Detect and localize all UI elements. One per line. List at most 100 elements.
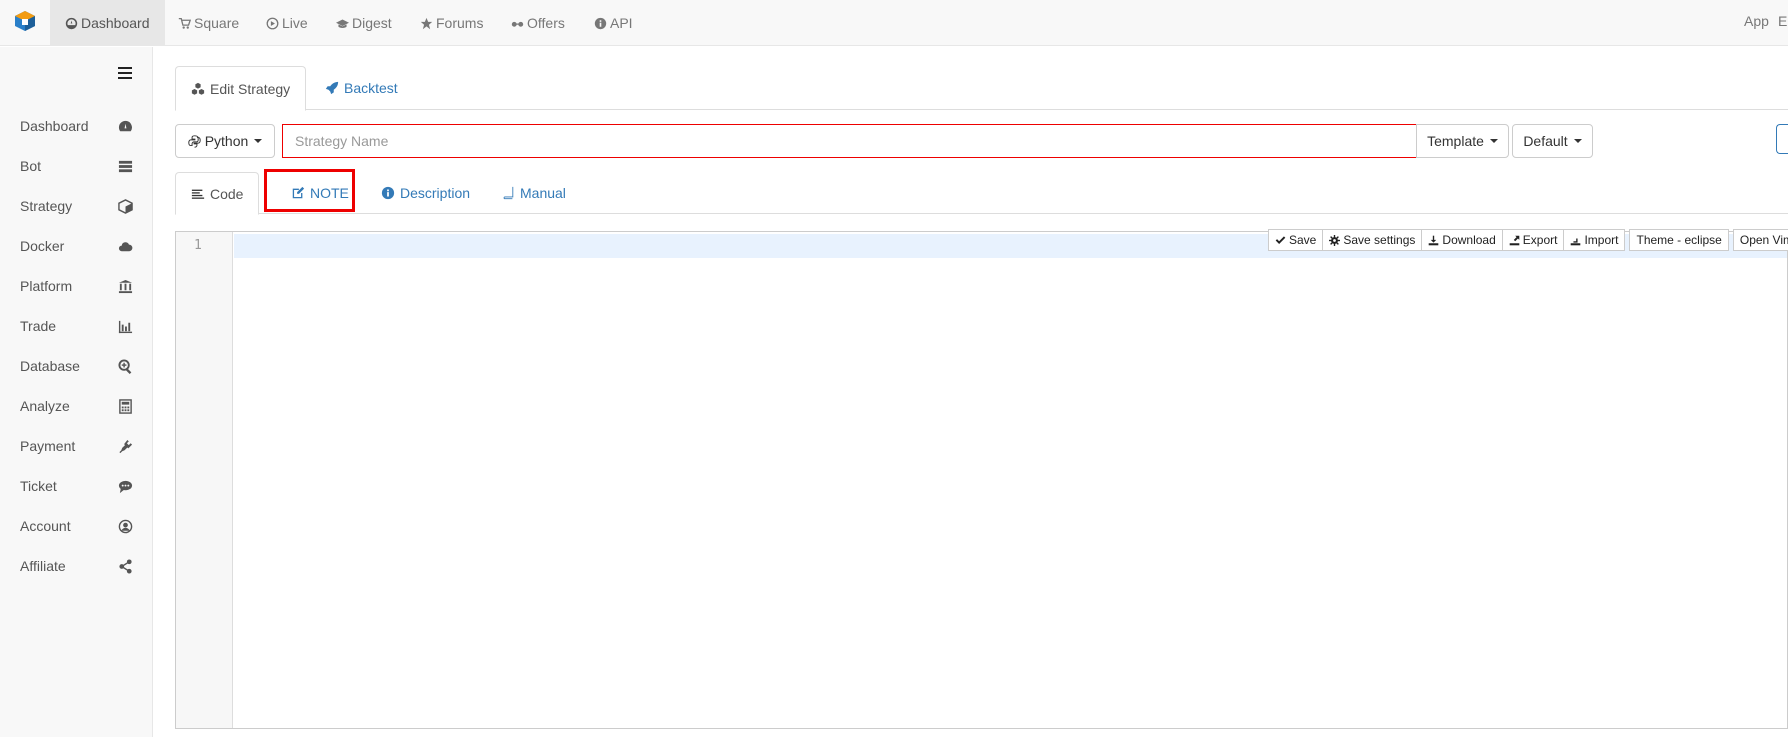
sidebar-item-label: Affiliate	[20, 558, 66, 574]
theme-button[interactable]: Theme - eclipse	[1629, 229, 1729, 251]
hamburger-menu-icon[interactable]	[118, 67, 132, 79]
nav-forums[interactable]: Forums	[420, 0, 483, 46]
nav-api-label: API	[610, 15, 633, 31]
sidebar-item-bot[interactable]: Bot	[0, 146, 152, 186]
edge-action-button[interactable]	[1776, 124, 1788, 154]
strategy-tabs: Edit Strategy Backtest	[175, 66, 1788, 111]
export-button[interactable]: Export	[1501, 229, 1565, 251]
tab-backtest[interactable]: Backtest	[310, 66, 413, 110]
template-dropdown[interactable]: Template	[1416, 124, 1509, 158]
template-label: Template	[1427, 133, 1484, 149]
sidebar-item-label: Ticket	[20, 478, 57, 494]
cart-icon	[178, 17, 191, 29]
info-circle-icon	[594, 17, 607, 29]
sidebar-item-ticket[interactable]: Ticket	[0, 466, 152, 506]
nav-forums-label: Forums	[436, 15, 484, 31]
tab-description[interactable]: Description	[366, 172, 485, 214]
export-label: Export	[1522, 233, 1558, 247]
code-editor[interactable]: 1	[175, 231, 1788, 729]
tab-edit-strategy[interactable]: Edit Strategy	[175, 66, 307, 111]
cubes-icon	[191, 82, 205, 95]
info-circle-icon	[381, 186, 395, 200]
sidebar-item-label: Trade	[20, 318, 57, 334]
line-number: 1	[194, 238, 202, 253]
nav-square[interactable]: Square	[178, 0, 239, 46]
logo-icon[interactable]	[14, 10, 36, 32]
nav-digest-label: Digest	[352, 15, 392, 31]
import-button[interactable]: Import	[1563, 229, 1626, 251]
language-label: Python	[204, 133, 249, 149]
tab-manual[interactable]: Manual	[486, 172, 581, 214]
download-label: Download	[1442, 233, 1496, 247]
sidebar-item-label: Bot	[20, 158, 42, 174]
sidebar-item-dashboard[interactable]: Dashboard	[0, 106, 152, 146]
sidebar-item-account[interactable]: Account	[0, 506, 152, 546]
cloud-icon	[118, 241, 133, 251]
save-button[interactable]: Save	[1268, 229, 1324, 251]
save-settings-button[interactable]: Save settings	[1322, 229, 1423, 251]
nav-app[interactable]: App	[1744, 0, 1769, 46]
sidebar-item-database[interactable]: Database	[0, 346, 152, 386]
editor-toolbar: Save Save settings Download Export Impor…	[1268, 229, 1788, 251]
nav-offers-label: Offers	[527, 15, 565, 31]
language-dropdown[interactable]: Python	[175, 124, 275, 158]
tab-code[interactable]: Code	[175, 172, 260, 215]
sidebar: Dashboard Bot Strategy Docker Platform T…	[0, 47, 153, 737]
nav-dashboard[interactable]: Dashboard	[50, 0, 165, 46]
edit-icon	[292, 186, 305, 199]
caret-down-icon	[1573, 139, 1582, 143]
sidebar-item-label: Dashboard	[20, 118, 89, 134]
server-icon	[118, 160, 133, 172]
sidebar-item-label: Strategy	[20, 198, 73, 214]
tab-backtest-label: Backtest	[344, 80, 398, 96]
open-vim-button[interactable]: Open Vim	[1732, 229, 1788, 251]
sidebar-item-trade[interactable]: Trade	[0, 306, 152, 346]
rocket-icon	[325, 81, 339, 95]
nav-square-label: Square	[194, 15, 240, 31]
sidebar-item-docker[interactable]: Docker	[0, 226, 152, 266]
tab-code-label: Code	[210, 185, 244, 202]
sidebar-item-label: Payment	[20, 438, 76, 454]
download-button[interactable]: Download	[1421, 229, 1503, 251]
python-icon	[188, 134, 201, 148]
default-dropdown[interactable]: Default	[1512, 124, 1593, 158]
book-icon	[503, 186, 514, 200]
user-circle-icon	[118, 519, 133, 533]
editor-tabs: Code NOTE Description Manual	[175, 172, 1788, 215]
strategy-name-input[interactable]	[282, 124, 1418, 158]
sidebar-item-label: Account	[20, 518, 71, 534]
nav-digest[interactable]: Digest	[336, 0, 392, 46]
nav-dashboard-label: Dashboard	[81, 15, 150, 31]
sidebar-item-platform[interactable]: Platform	[0, 266, 152, 306]
sidebar-item-payment[interactable]: Payment	[0, 426, 152, 466]
sidebar-item-affiliate[interactable]: Affiliate	[0, 546, 152, 586]
bar-chart-icon	[118, 320, 133, 333]
tab-description-label: Description	[400, 185, 471, 201]
theme-label: Theme - eclipse	[1636, 233, 1722, 247]
caret-down-icon	[254, 139, 263, 143]
share-icon	[119, 558, 132, 574]
nav-edge-item[interactable]: E	[1778, 0, 1787, 46]
search-plus-icon	[118, 358, 132, 374]
sidebar-item-label: Analyze	[20, 398, 70, 414]
dashboard-icon	[65, 17, 78, 29]
gear-icon	[1329, 234, 1341, 246]
nav-live[interactable]: Live	[266, 0, 308, 46]
sidebar-item-label: Platform	[20, 278, 73, 294]
glasses-icon	[511, 21, 524, 27]
plug-icon	[119, 439, 133, 453]
sidebar-item-label: Docker	[20, 238, 65, 254]
nav-offers[interactable]: Offers	[511, 0, 565, 46]
nav-api[interactable]: API	[594, 0, 633, 46]
star-icon	[420, 17, 433, 29]
import-label: Import	[1584, 233, 1619, 247]
tab-edit-strategy-label: Edit Strategy	[210, 80, 291, 97]
line-gutter: 1	[176, 232, 233, 728]
export-icon	[1509, 235, 1520, 245]
sidebar-item-label: Database	[20, 358, 80, 374]
tab-manual-label: Manual	[520, 185, 566, 201]
sidebar-item-analyze[interactable]: Analyze	[0, 386, 152, 426]
sidebar-item-strategy[interactable]: Strategy	[0, 186, 152, 226]
tab-note[interactable]: NOTE	[276, 172, 364, 214]
caret-down-icon	[1489, 139, 1498, 143]
